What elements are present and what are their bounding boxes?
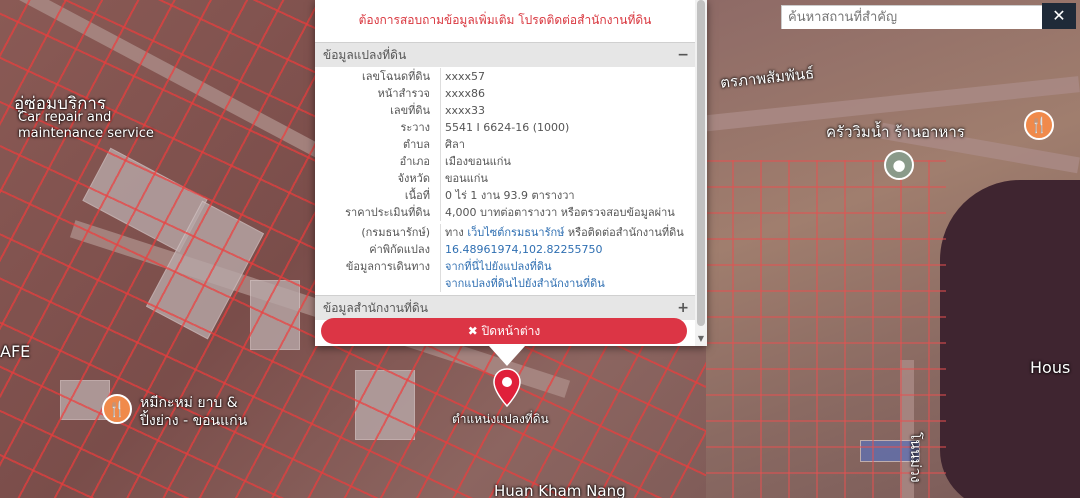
- map-label: ครัววิมน้ำ ร้านอาหาร: [826, 123, 965, 141]
- table-row: เลขที่ดิน xxxx33: [315, 102, 695, 119]
- row-label: [315, 275, 440, 292]
- close-window-button[interactable]: ✖ ปิดหน้าต่าง: [321, 318, 687, 344]
- parcel-section-header[interactable]: ข้อมูลแปลงที่ดิน −: [315, 42, 695, 67]
- table-row: จังหวัด ขอนแก่น: [315, 170, 695, 187]
- map-label: Hous: [1030, 358, 1071, 377]
- row-label: ระวาง: [400, 121, 430, 134]
- map-label: Huan Kham Nang: [494, 482, 626, 498]
- row-label: เลขโฉนดที่ดิน: [362, 70, 430, 83]
- table-row: เลขโฉนดที่ดิน xxxx57: [315, 68, 695, 85]
- row-value: 5541 I 6624-16 (1000): [440, 119, 569, 136]
- row-label: หน้าสำรวจ: [377, 87, 430, 100]
- expand-icon[interactable]: +: [677, 296, 689, 321]
- lake-area: [940, 180, 1080, 498]
- row-label: อำเภอ: [399, 155, 430, 168]
- row-label: ค่าพิกัดแปลง: [369, 243, 430, 256]
- row-label: เลขที่ดิน: [390, 104, 430, 117]
- parcel-info-extra: (กรมธนารักษ์) ทาง เว็บไซต์กรมธนารักษ์ หร…: [315, 224, 695, 295]
- row-label: จังหวัด: [397, 172, 430, 185]
- popup-pointer: [489, 346, 525, 366]
- table-row: ค่าพิกัดแปลง 16.48961974,102.82255750: [315, 241, 695, 258]
- row-value: xxxx86: [440, 85, 485, 102]
- row-value: ศิลา: [440, 136, 465, 153]
- office-section-header[interactable]: ข้อมูลสำนักงานที่ดิน +: [315, 295, 695, 320]
- pin-label: ตำแหน่งแปลงที่ดิน: [452, 412, 549, 426]
- notice-text: ต้องการสอบถามข้อมูลเพิ่มเติม โปรดติดต่อส…: [358, 13, 652, 27]
- table-row: อำเภอ เมืองขอนแก่น: [315, 153, 695, 170]
- table-row: ตำบล ศิลา: [315, 136, 695, 153]
- search-box[interactable]: [781, 5, 1043, 29]
- parcel-pin-icon[interactable]: [492, 368, 522, 412]
- search-input[interactable]: [782, 6, 1042, 29]
- table-row: หน้าสำรวจ xxxx86: [315, 85, 695, 102]
- parcel-info-table: เลขโฉนดที่ดิน xxxx57 หน้าสำรวจ xxxx86 เลขที่…: [315, 67, 695, 224]
- row-label: เนื้อที่: [404, 189, 430, 202]
- map-label: maintenance service: [18, 126, 154, 141]
- popup-scrollbar[interactable]: ▼: [695, 0, 707, 346]
- restaurant-icon[interactable]: 🍴: [1024, 110, 1054, 140]
- row-text: หรือติดต่อสำนักงานที่ดิน: [564, 226, 684, 239]
- row-value: จากที่นี่ไปยังแปลงที่ดิน: [440, 258, 551, 275]
- table-row: ระวาง 5541 I 6624-16 (1000): [315, 119, 695, 136]
- table-row: ราคาประเมินที่ดิน 4,000 บาทต่อตารางวา หรื…: [315, 204, 695, 221]
- table-row: ข้อมูลการเดินทาง จากที่นี่ไปยังแปลงที่ดิ…: [315, 258, 695, 275]
- row-value: xxxx33: [440, 102, 485, 119]
- row-label: ข้อมูลการเดินทาง: [345, 260, 430, 273]
- coordinates-link[interactable]: 16.48961974,102.82255750: [440, 241, 602, 258]
- section-title: ข้อมูลสำนักงานที่ดิน: [323, 301, 428, 315]
- parcel-info-popup: ต้องการสอบถามข้อมูลเพิ่มเติม โปรดติดต่อส…: [315, 0, 707, 346]
- section-title: ข้อมูลแปลงที่ดิน: [323, 48, 407, 62]
- map-label: ปิ้งย่าง - ขอนแก่น: [140, 413, 248, 429]
- row-value: 4,000 บาทต่อตารางวา หรือตรวจสอบข้อมูลผ่า…: [440, 204, 675, 221]
- directions-to-parcel-link[interactable]: จากที่นี่ไปยังแปลงที่ดิน: [445, 260, 551, 273]
- directions-to-office-link[interactable]: จากแปลงที่ดินไปยังสำนักงานที่ดิน: [445, 277, 605, 290]
- row-label: ตำบล: [402, 138, 430, 151]
- scroll-thumb[interactable]: [697, 0, 705, 326]
- popup-content: ต้องการสอบถามข้อมูลเพิ่มเติม โปรดติดต่อส…: [315, 0, 695, 346]
- row-value: จากแปลงที่ดินไปยังสำนักงานที่ดิน: [440, 275, 605, 292]
- map-label: AFE: [0, 342, 31, 361]
- table-row: เนื้อที่ 0 ไร่ 1 งาน 93.9 ตารางวา: [315, 187, 695, 204]
- scroll-down-icon[interactable]: ▼: [696, 334, 706, 344]
- row-value: xxxx57: [440, 68, 485, 85]
- table-row: จากแปลงที่ดินไปยังสำนักงานที่ดิน: [315, 275, 695, 292]
- row-value: ทาง เว็บไซต์กรมธนารักษ์ หรือติดต่อสำนักง…: [440, 224, 684, 241]
- row-value: เมืองขอนแก่น: [440, 153, 511, 170]
- map-label: Car repair and: [18, 110, 112, 125]
- close-icon[interactable]: ✕: [1042, 3, 1076, 29]
- restaurant-icon[interactable]: 🍴: [102, 394, 132, 424]
- row-value: ขอนแก่น: [440, 170, 488, 187]
- row-text: ทาง: [445, 226, 464, 239]
- table-row: (กรมธนารักษ์) ทาง เว็บไซต์กรมธนารักษ์ หร…: [315, 224, 695, 241]
- row-value: 0 ไร่ 1 งาน 93.9 ตารางวา: [440, 187, 575, 204]
- place-icon[interactable]: ●: [884, 150, 914, 180]
- collapse-icon[interactable]: −: [677, 43, 689, 68]
- row-label: (กรมธนารักษ์): [361, 226, 430, 239]
- treasury-website-link[interactable]: เว็บไซต์กรมธนารักษ์: [467, 226, 564, 239]
- row-label: ราคาประเมินที่ดิน: [345, 206, 430, 219]
- map-label: โนนม่วง: [907, 432, 923, 483]
